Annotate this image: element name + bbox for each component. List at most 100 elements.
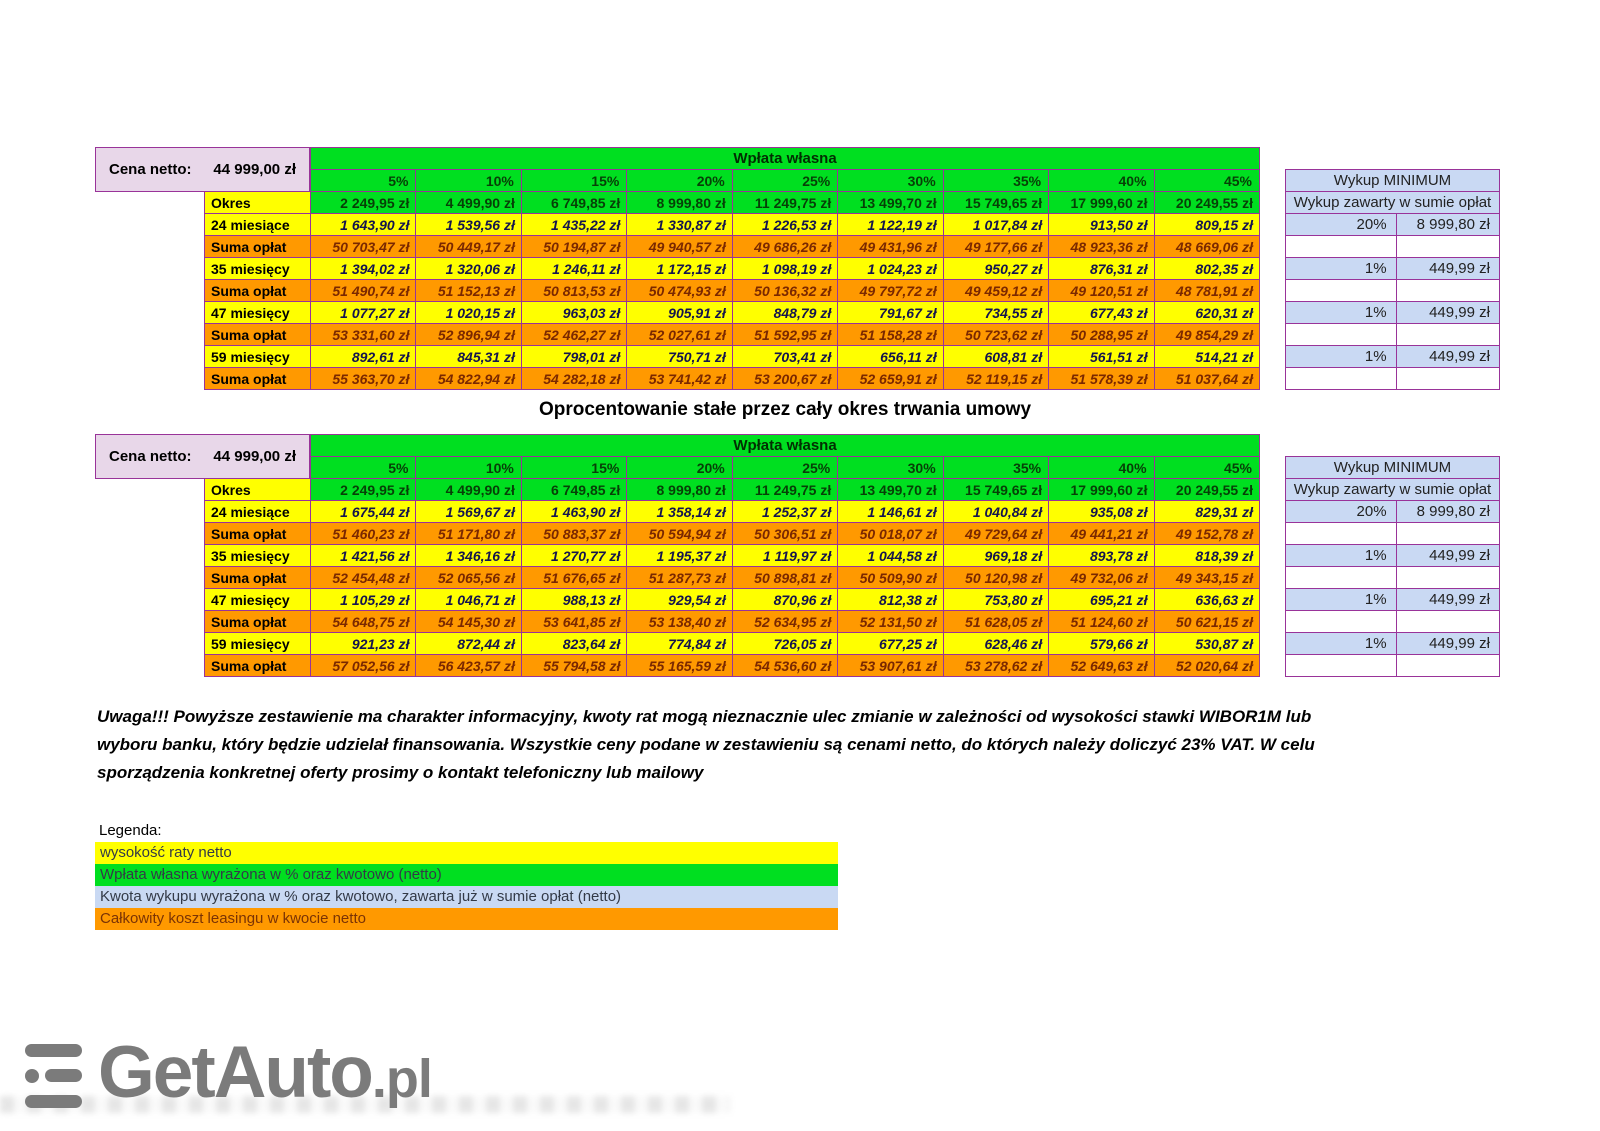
wplata-wlasna-header: Wpłata własna	[310, 147, 1260, 170]
installment-cell: 620,31 zł	[1155, 302, 1259, 323]
downpayment-amount-cell: 17 999,60 zł	[1049, 479, 1153, 500]
installment-cell: 734,55 zł	[944, 302, 1048, 323]
getauto-logo: GetAuto.pl	[25, 1041, 432, 1111]
total-cost-cell: 54 145,30 zł	[416, 611, 520, 632]
legend-items: wysokość raty nettoWpłata własna wyrażon…	[95, 842, 838, 930]
wykup-percent-cell: 1%	[1286, 346, 1396, 367]
logo-bar-top	[25, 1044, 82, 1057]
row-label: Suma opłat	[205, 324, 310, 345]
wykup-percent-cell: 1%	[1286, 545, 1396, 566]
installment-cell: 950,27 zł	[944, 258, 1048, 279]
total-cost-cell: 52 131,50 zł	[838, 611, 942, 632]
total-cost-cell: 51 171,80 zł	[416, 523, 520, 544]
percent-cell: 5%	[311, 457, 415, 478]
total-cost-cell: 49 343,15 zł	[1155, 567, 1259, 588]
installment-cell: 1 046,71 zł	[416, 589, 520, 610]
installment-cell: 561,51 zł	[1049, 346, 1153, 367]
total-cost-cell: 50 306,51 zł	[733, 523, 837, 544]
installment-cell: 1 330,87 zł	[627, 214, 731, 235]
row-label: 35 miesięcy	[205, 258, 310, 279]
total-cost-cell: 54 648,75 zł	[311, 611, 415, 632]
downpayment-amount-cell: 2 249,95 zł	[311, 479, 415, 500]
installment-cell: 628,46 zł	[944, 633, 1048, 654]
disclaimer-line: sporządzenia konkretnej oferty prosimy o…	[97, 759, 1487, 787]
percent-header-row: 5%10%15%20%25%30%35%40%45%	[310, 456, 1260, 479]
total-cost-cell: 52 649,63 zł	[1049, 655, 1153, 676]
downpayment-amount-cell: 4 499,90 zł	[416, 479, 520, 500]
percent-cell: 20%	[627, 170, 731, 191]
downpayment-amount-cell: 13 499,70 zł	[838, 192, 942, 213]
downpayment-amount-cell: 11 249,75 zł	[733, 192, 837, 213]
total-cost-cell: 49 797,72 zł	[838, 280, 942, 301]
total-cost-cell: 51 287,73 zł	[627, 567, 731, 588]
wykup-subtitle: Wykup zawarty w sumie opłat	[1286, 479, 1499, 500]
row-label: 47 miesięcy	[205, 302, 310, 323]
row-label: 59 miesięcy	[205, 346, 310, 367]
percent-cell: 25%	[733, 457, 837, 478]
wykup-percent-cell	[1286, 567, 1396, 588]
installment-cell: 656,11 zł	[838, 346, 942, 367]
downpayment-amount-cell: 8 999,80 zł	[627, 192, 731, 213]
total-cost-cell: 49 441,21 zł	[1049, 523, 1153, 544]
installment-cell: 1 195,37 zł	[627, 545, 731, 566]
legend-title: Legenda:	[95, 820, 838, 842]
installment-cell: 1 246,11 zł	[522, 258, 626, 279]
total-cost-cell: 49 431,96 zł	[838, 236, 942, 257]
wykup-amount-cell: 8 999,80 zł	[1397, 214, 1499, 235]
cena-netto-value: 44 999,00 zł	[213, 161, 296, 178]
installment-cell: 823,64 zł	[522, 633, 626, 654]
downpayment-amount-cell: 11 249,75 zł	[733, 479, 837, 500]
percent-cell: 35%	[944, 457, 1048, 478]
wykup-amount-cell	[1397, 611, 1499, 632]
wykup-amount-cell: 449,99 zł	[1397, 589, 1499, 610]
total-cost-cell: 49 854,29 zł	[1155, 324, 1259, 345]
row-label: 24 miesiące	[205, 214, 310, 235]
getauto-menu-icon	[25, 1044, 82, 1108]
total-cost-cell: 51 460,23 zł	[311, 523, 415, 544]
total-cost-cell: 50 288,95 zł	[1049, 324, 1153, 345]
cena-netto-label: Cena netto:	[109, 161, 192, 178]
downpayment-amount-cell: 6 749,85 zł	[522, 192, 626, 213]
logo-bar-bottom	[25, 1095, 82, 1108]
wykup-amount-cell: 449,99 zł	[1397, 302, 1499, 323]
installment-cell: 636,63 zł	[1155, 589, 1259, 610]
total-cost-cell: 53 331,60 zł	[311, 324, 415, 345]
row-label: Suma opłat	[205, 611, 310, 632]
installment-cell: 872,44 zł	[416, 633, 520, 654]
installment-cell: 579,66 zł	[1049, 633, 1153, 654]
installment-cell: 870,96 zł	[733, 589, 837, 610]
installment-cell: 809,15 zł	[1155, 214, 1259, 235]
cena-netto-box: Cena netto:44 999,00 zł	[95, 434, 310, 479]
total-cost-cell: 49 732,06 zł	[1049, 567, 1153, 588]
wykup-percent-cell	[1286, 655, 1396, 676]
percent-cell: 40%	[1049, 170, 1153, 191]
total-cost-cell: 52 020,64 zł	[1155, 655, 1259, 676]
percent-cell: 40%	[1049, 457, 1153, 478]
downpayment-amount-cell: 20 249,55 zł	[1155, 192, 1259, 213]
installment-cell: 1 421,56 zł	[311, 545, 415, 566]
rates-grid: Okres2 249,95 zł4 499,90 zł6 749,85 zł8 …	[204, 191, 1260, 390]
downpayment-amount-cell: 13 499,70 zł	[838, 479, 942, 500]
installment-cell: 1 463,90 zł	[522, 501, 626, 522]
total-cost-cell: 52 659,91 zł	[838, 368, 942, 389]
total-cost-cell: 49 177,66 zł	[944, 236, 1048, 257]
total-cost-cell: 52 454,48 zł	[311, 567, 415, 588]
wykup-section: Wykup MINIMUMWykup zawarty w sumie opłat…	[1285, 456, 1500, 677]
total-cost-cell: 53 138,40 zł	[627, 611, 731, 632]
disclaimer-line: Uwaga!!! Powyższe zestawienie ma charakt…	[97, 703, 1487, 731]
installment-cell: 1 044,58 zł	[838, 545, 942, 566]
installment-cell: 1 252,37 zł	[733, 501, 837, 522]
installment-cell: 726,05 zł	[733, 633, 837, 654]
installment-cell: 677,25 zł	[838, 633, 942, 654]
total-cost-cell: 49 940,57 zł	[627, 236, 731, 257]
downpayment-amount-cell: 15 749,65 zł	[944, 479, 1048, 500]
total-cost-cell: 50 194,87 zł	[522, 236, 626, 257]
total-cost-cell: 50 509,90 zł	[838, 567, 942, 588]
total-cost-cell: 50 018,07 zł	[838, 523, 942, 544]
logo-wordmark: GetAuto.pl	[98, 1041, 432, 1111]
percent-cell: 35%	[944, 170, 1048, 191]
installment-cell: 1 077,27 zł	[311, 302, 415, 323]
total-cost-cell: 51 592,95 zł	[733, 324, 837, 345]
wykup-amount-cell: 8 999,80 zł	[1397, 501, 1499, 522]
total-cost-cell: 52 896,94 zł	[416, 324, 520, 345]
